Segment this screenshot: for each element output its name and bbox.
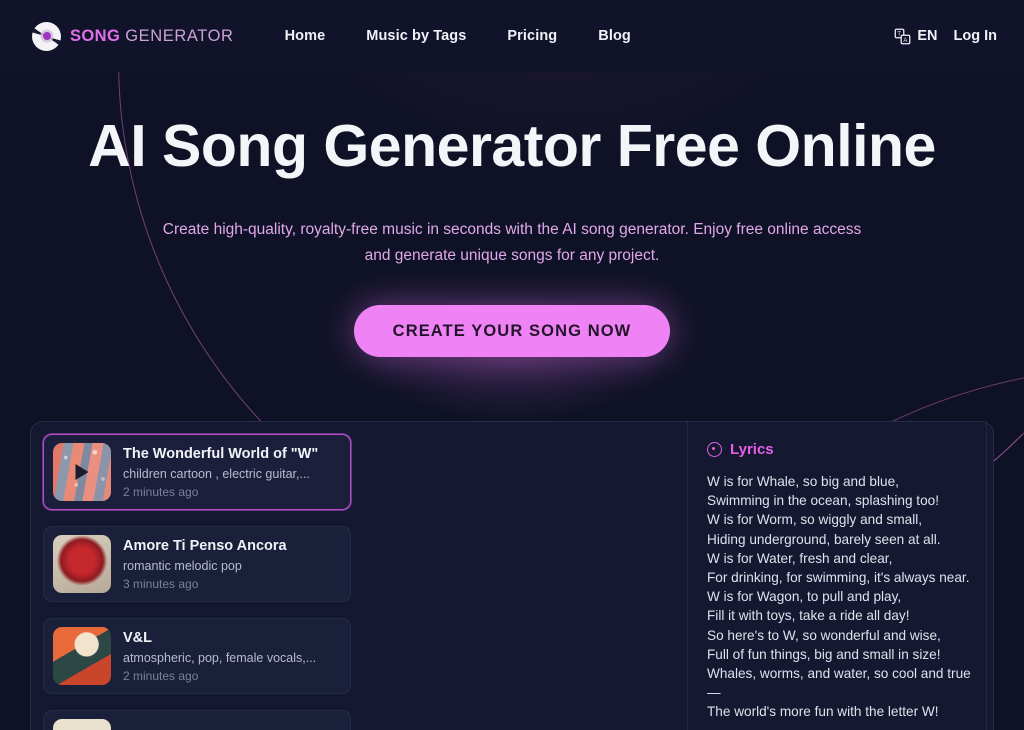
site-header: SONG GENERATOR Home Music by Tags Pricin…: [0, 0, 1024, 72]
lyrics-line: For drinking, for swimming, it's always …: [707, 570, 970, 586]
page-title: AI Song Generator Free Online: [88, 113, 936, 179]
brand-logo[interactable]: SONG GENERATOR: [32, 21, 234, 51]
song-title: The Wonderful World of "W": [123, 446, 319, 463]
login-link[interactable]: Log In: [954, 28, 998, 44]
nav-item-music-by-tags[interactable]: Music by Tags: [366, 28, 466, 44]
song-meta: V&L atmospheric, pop, female vocals,... 2 …: [123, 629, 340, 682]
song-card[interactable]: V&L atmospheric, pop, female vocals,... 2 …: [43, 618, 351, 694]
lyrics-line: The world's more fun with the letter W!: [707, 704, 939, 720]
song-title: V&L: [123, 630, 152, 647]
song-thumbnail[interactable]: [53, 443, 111, 501]
header-actions: T A EN Log In: [894, 28, 997, 45]
lyrics-line: Swimming in the ocean, splashing too!: [707, 493, 939, 509]
song-tags: atmospheric, pop, female vocals,...: [123, 650, 317, 665]
nav-item-home[interactable]: Home: [285, 28, 326, 44]
lyrics-divider: [986, 421, 987, 730]
svg-text:A: A: [904, 38, 908, 44]
song-timestamp: 2 minutes ago: [123, 668, 199, 683]
lyrics-panel: Lyrics W is for Whale, so big and blue, S…: [687, 422, 993, 730]
lyrics-title: Lyrics: [730, 441, 774, 458]
page-root: SONG GENERATOR Home Music by Tags Pricin…: [0, 0, 1024, 730]
song-card[interactable]: Amore Ti Penso Ancora romantic melodic po…: [43, 526, 351, 602]
lyrics-text: W is for Whale, so big and blue, Swimming…: [707, 472, 979, 722]
brand-word-song: SONG: [70, 26, 121, 45]
song-timestamp: 2 minutes ago: [123, 484, 199, 499]
hero-subtitle: Create high-quality, royalty-free music …: [162, 220, 862, 264]
song-list[interactable]: The Wonderful World of "W" children carto…: [31, 422, 687, 730]
vinyl-disc-icon: [32, 21, 61, 51]
song-tags: children cartoon , electric guitar,...: [123, 466, 310, 481]
main-nav: Home Music by Tags Pricing Blog: [285, 28, 631, 44]
nav-item-pricing[interactable]: Pricing: [507, 28, 557, 44]
create-song-button[interactable]: CREATE YOUR SONG NOW: [353, 305, 671, 358]
lyrics-disc-icon: [707, 442, 722, 457]
song-thumbnail[interactable]: [53, 535, 111, 593]
language-label: EN: [917, 28, 938, 44]
song-timestamp: 3 minutes ago: [123, 576, 199, 591]
library-panel: The Wonderful World of "W" children carto…: [30, 421, 994, 730]
lyrics-line: Whales, worms, and water, so cool and tr…: [707, 666, 971, 682]
lyrics-line: So here's to W, so wonderful and wise,: [707, 627, 941, 643]
lyrics-line: Hiding underground, barely seen at all.: [707, 531, 941, 547]
lyrics-header: Lyrics: [707, 441, 979, 458]
lyrics-line: W is for Water, fresh and clear,: [707, 550, 893, 566]
lyrics-line: W is for Wagon, to pull and play,: [707, 589, 902, 605]
brand-text: SONG GENERATOR: [70, 27, 234, 46]
language-switcher[interactable]: T A EN: [894, 28, 938, 45]
lyrics-line: W is for Worm, so wiggly and small,: [707, 512, 923, 528]
lyrics-line: Full of fun things, big and small in siz…: [707, 646, 941, 662]
song-thumbnail[interactable]: [53, 627, 111, 685]
lyrics-line: W is for Whale, so big and blue,: [707, 474, 899, 489]
song-tags: romantic melodic pop: [123, 558, 242, 573]
song-card[interactable]: [43, 710, 351, 730]
lyrics-line: Fill it with toys, take a ride all day!: [707, 608, 910, 624]
play-icon[interactable]: [75, 464, 89, 480]
brand-word-generator: GENERATOR: [125, 26, 234, 45]
lyrics-line: —: [707, 685, 721, 701]
song-thumbnail[interactable]: [53, 719, 111, 730]
song-meta: The Wonderful World of "W" children carto…: [123, 445, 340, 498]
nav-item-blog[interactable]: Blog: [598, 28, 631, 44]
song-column-left: The Wonderful World of "W" children carto…: [43, 434, 361, 730]
hero-section: AI Song Generator Free Online Create hig…: [0, 72, 1024, 358]
translate-icon: T A: [894, 28, 911, 44]
song-card[interactable]: The Wonderful World of "W" children carto…: [43, 434, 351, 510]
song-title: Amore Ti Penso Ancora: [123, 538, 287, 555]
song-meta: Amore Ti Penso Ancora romantic melodic po…: [123, 537, 340, 590]
